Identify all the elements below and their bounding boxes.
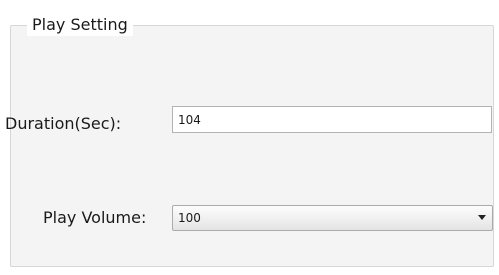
duration-label: Duration(Sec): xyxy=(5,114,122,133)
chevron-down-icon[interactable] xyxy=(478,215,486,220)
groupbox-title: Play Setting xyxy=(27,14,133,36)
play-volume-label: Play Volume: xyxy=(43,208,147,227)
play-volume-dropdown[interactable]: 100 xyxy=(172,205,493,231)
play-setting-panel: Play Setting Duration(Sec): Play Volume:… xyxy=(0,0,499,275)
duration-input[interactable] xyxy=(172,106,492,133)
play-volume-selected-value: 100 xyxy=(178,211,201,225)
